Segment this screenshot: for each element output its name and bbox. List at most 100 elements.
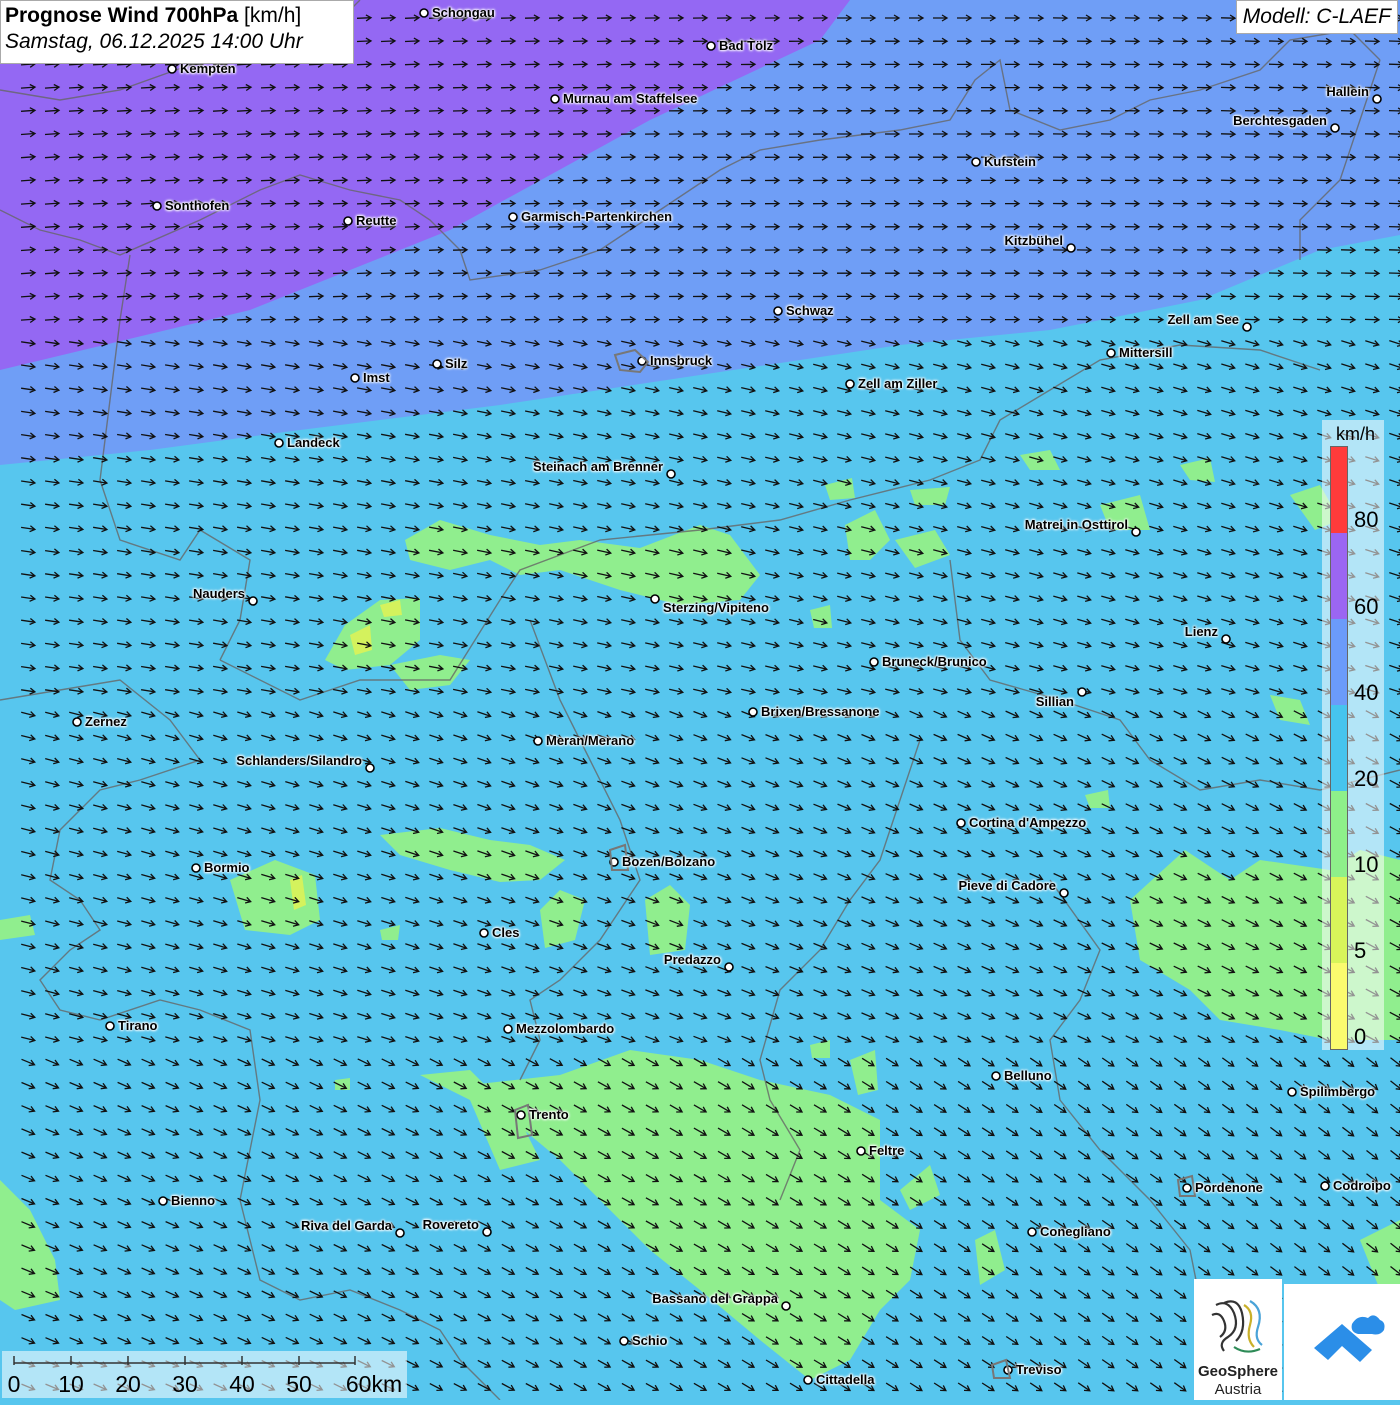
city-label: Pieve di Cadore xyxy=(958,878,1056,893)
city-marker xyxy=(343,216,353,226)
weather-app-logo[interactable] xyxy=(1284,1284,1400,1400)
city-label: Kufstein xyxy=(984,154,1036,169)
city-marker xyxy=(508,212,518,222)
scale-label: 0 xyxy=(7,1371,21,1397)
city-marker xyxy=(158,1196,168,1206)
city-label: Lienz xyxy=(1184,624,1218,639)
legend-segment xyxy=(1331,791,1347,878)
scale-label: 60km xyxy=(345,1371,403,1397)
logo-name-line1: GeoSphere xyxy=(1197,1363,1279,1380)
city-label: Innsbruck xyxy=(650,353,713,368)
legend-segment xyxy=(1331,962,1347,1049)
city-label: Steinach am Brenner xyxy=(532,459,663,474)
city-marker xyxy=(248,596,258,606)
city-marker xyxy=(365,763,375,773)
city-label: Cittadella xyxy=(816,1372,875,1387)
city-label: Cles xyxy=(492,925,520,940)
city-label: Bormio xyxy=(204,860,250,875)
city-label: Silz xyxy=(445,356,468,371)
city-marker xyxy=(1182,1183,1192,1193)
legend-label-10: 10 xyxy=(1354,852,1379,877)
title-unit: [km/h] xyxy=(244,4,302,27)
city-marker xyxy=(419,8,429,18)
legend-segment xyxy=(1331,877,1347,963)
city-marker xyxy=(956,818,966,828)
city-label: Nauders xyxy=(192,586,245,601)
city-label: Feltre xyxy=(869,1143,905,1158)
city-marker xyxy=(1330,123,1340,133)
city-marker xyxy=(1066,243,1076,253)
city-label: Sonthofen xyxy=(165,198,230,213)
city-marker xyxy=(1077,687,1087,697)
scale-bar: 0 10 20 30 40 50 60km xyxy=(2,1351,407,1398)
city-label: Mezzolombardo xyxy=(516,1021,615,1036)
city-label: Tirano xyxy=(118,1018,158,1033)
scale-label: 40 xyxy=(229,1371,255,1397)
legend-bar xyxy=(1330,446,1348,1050)
city-label: Cortina d'Ampezzo xyxy=(969,815,1087,830)
legend-label-5: 5 xyxy=(1354,938,1367,963)
city-label: Riva del Garda xyxy=(300,1218,392,1233)
city-label: Bozen/Bolzano xyxy=(622,854,716,869)
city-marker xyxy=(1320,1181,1330,1191)
city-label: Sterzing/Vipiteno xyxy=(663,600,769,615)
city-label: Bruneck/Brunico xyxy=(882,654,987,669)
city-marker xyxy=(1131,527,1141,537)
legend-segment xyxy=(1331,533,1347,620)
geosphere-logo[interactable]: GeoSphere Austria xyxy=(1194,1279,1282,1400)
scale-label: 50 xyxy=(286,1371,312,1397)
city-marker xyxy=(1106,348,1116,358)
city-label: Schongau xyxy=(432,5,495,20)
city-label: Matrei in Osttirol xyxy=(1024,517,1128,532)
city-marker xyxy=(191,863,201,873)
city-label: Bassano del Grappa xyxy=(652,1291,778,1306)
city-label: Trento xyxy=(529,1107,569,1122)
legend-segment xyxy=(1331,447,1347,534)
city-marker xyxy=(1372,94,1382,104)
city-label: Belluno xyxy=(1004,1068,1052,1083)
city-marker xyxy=(274,438,284,448)
city-marker xyxy=(748,707,758,717)
city-marker xyxy=(152,201,162,211)
legend-label-60: 60 xyxy=(1354,594,1379,619)
city-label: Codroipo xyxy=(1333,1178,1391,1193)
city-label: Predazzo xyxy=(663,952,721,967)
city-label: Zell am See xyxy=(1167,312,1239,327)
city-label: Spilimbergo xyxy=(1300,1084,1376,1099)
city-label: Zell am Ziller xyxy=(858,376,938,391)
city-label: Reutte xyxy=(356,213,397,228)
city-marker xyxy=(72,717,82,727)
city-marker xyxy=(845,379,855,389)
scale-ticks xyxy=(13,1356,356,1365)
city-marker xyxy=(1287,1087,1297,1097)
city-label: Hallein xyxy=(1326,84,1369,99)
city-marker xyxy=(1027,1227,1037,1237)
city-label: Kitzbühel xyxy=(1004,233,1064,248)
legend-label-20: 20 xyxy=(1354,766,1379,791)
scale-label: 30 xyxy=(172,1371,198,1397)
city-marker xyxy=(706,41,716,51)
city-marker xyxy=(350,373,360,383)
city-marker xyxy=(1059,888,1069,898)
city-marker xyxy=(971,157,981,167)
city-marker xyxy=(1242,322,1252,332)
legend-label-0: 0 xyxy=(1354,1024,1367,1049)
city-marker xyxy=(724,962,734,972)
city-label: Bienno xyxy=(171,1193,216,1208)
scale-label: 10 xyxy=(58,1371,84,1397)
model-label: Modell: C-LAEF xyxy=(1235,0,1398,34)
title-text: Prognose Wind 700hPa xyxy=(5,4,239,27)
city-label: Pordenone xyxy=(1195,1180,1263,1195)
city-label: Zernez xyxy=(85,714,127,729)
city-label: Garmisch-Partenkirchen xyxy=(521,209,673,224)
city-marker xyxy=(1221,634,1231,644)
city-marker xyxy=(619,1336,629,1346)
title-box: Prognose Wind 700hPa [km/h] Samstag, 06.… xyxy=(0,0,354,64)
geosphere-icon xyxy=(1211,1300,1263,1353)
city-marker xyxy=(550,94,560,104)
city-label: Sillian xyxy=(1035,694,1074,709)
map-title: Prognose Wind 700hPa [km/h] xyxy=(5,4,349,28)
city-label: Schwaz xyxy=(786,303,834,318)
city-label: Bad Tölz xyxy=(719,38,774,53)
color-legend: km/h 80 60 40 20 10 5 0 xyxy=(1322,420,1384,1050)
